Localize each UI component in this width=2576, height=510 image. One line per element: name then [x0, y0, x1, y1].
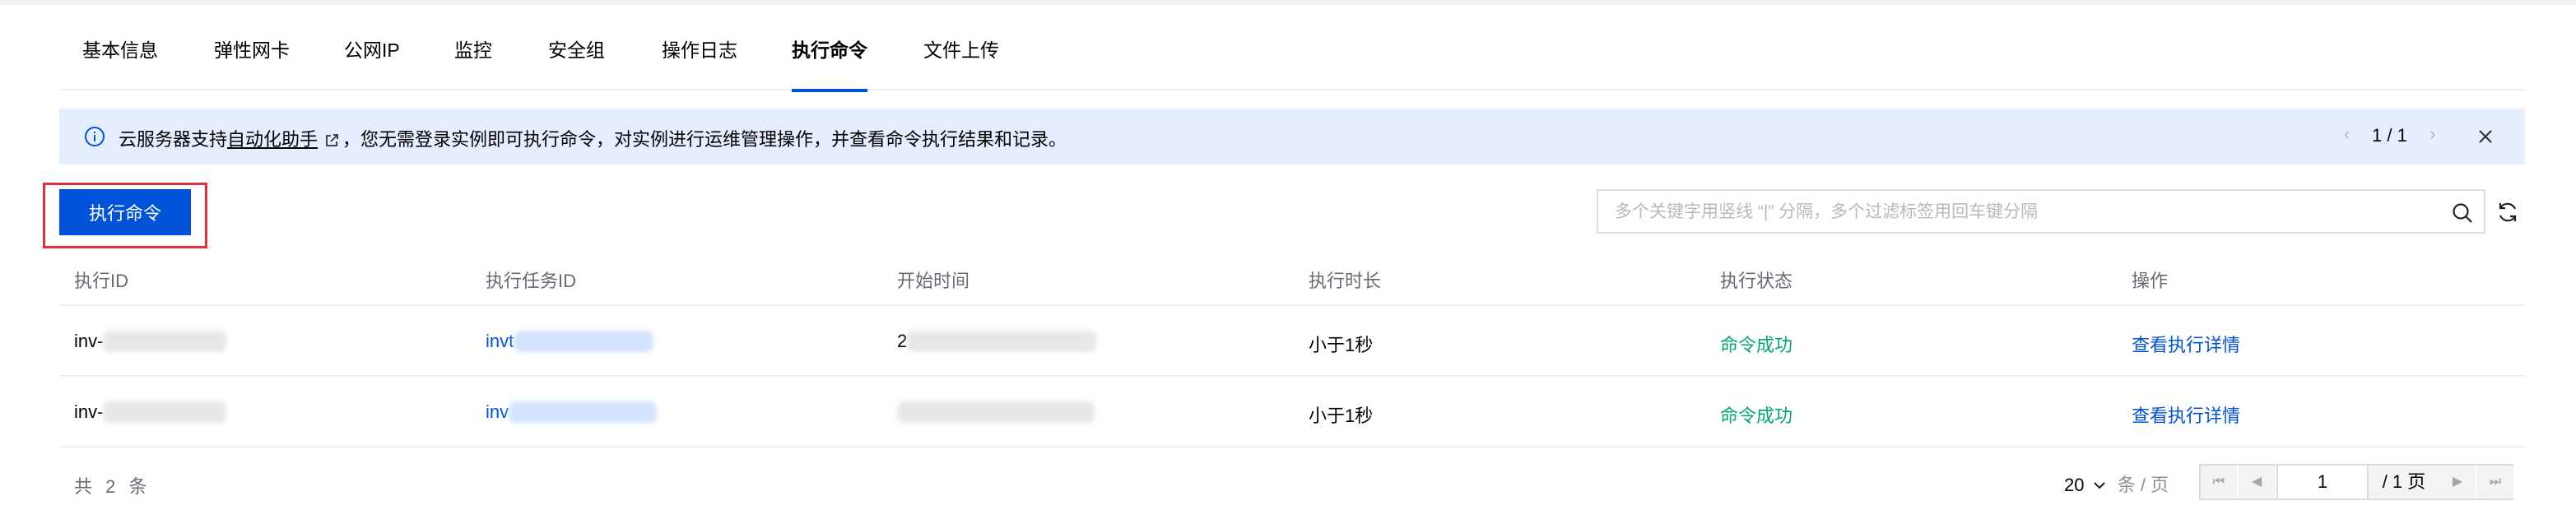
- tab-file-upload[interactable]: 文件上传: [923, 35, 999, 90]
- notice-text-before: 云服务器支持: [119, 129, 228, 150]
- exec-id-cell: inv-: [74, 331, 227, 352]
- task-id-link[interactable]: invt: [486, 331, 654, 352]
- status-cell: 命令成功: [1720, 406, 1793, 426]
- chevron-down-icon[interactable]: [2093, 480, 2106, 490]
- task-id-link[interactable]: inv: [486, 401, 658, 423]
- last-page-icon[interactable]: ⏭: [2477, 466, 2513, 498]
- page-size-unit: 条 / 页: [2117, 475, 2169, 495]
- status-cell: 命令成功: [1720, 335, 1793, 355]
- pagination: ⏮ ◀ / 1 页 ▶ ⏭: [2199, 464, 2513, 500]
- start-time-cell: 2: [897, 331, 1097, 352]
- tab-elastic-nic[interactable]: 弹性网卡: [214, 35, 290, 90]
- exec-id: inv-: [74, 401, 104, 422]
- redacted-text: [509, 401, 658, 423]
- exec-id-cell: inv-: [74, 401, 227, 423]
- next-page-icon[interactable]: ▶: [2439, 466, 2476, 498]
- column-header: 执行时长: [1309, 271, 1382, 291]
- info-icon: [85, 127, 105, 146]
- top-divider: [0, 0, 2576, 5]
- tab-security-group[interactable]: 安全组: [548, 35, 605, 90]
- column-header: 操作: [2132, 271, 2169, 291]
- table-row: inv- invt 2 小于1秒 命令成功 查看执行详情: [59, 306, 2525, 377]
- page-size-select[interactable]: 20 条 / 页: [2064, 471, 2169, 497]
- column-header: 执行ID: [74, 271, 129, 291]
- column-header: 开始时间: [897, 271, 970, 291]
- page-number-input[interactable]: [2276, 466, 2369, 498]
- table-header: 执行ID 执行任务ID 开始时间 执行时长 执行状态 操作: [59, 247, 2525, 306]
- chevron-right-icon[interactable]: ›: [2430, 123, 2435, 145]
- exec-id: inv-: [74, 331, 104, 351]
- redacted-text: [897, 401, 1095, 423]
- tab-bar: 基本信息 弹性网卡 公网IP 监控 安全组 操作日志 执行命令 文件上传: [59, 28, 2525, 92]
- redacted-text: [907, 331, 1097, 352]
- total-pages: / 1 页: [2369, 466, 2439, 498]
- duration-cell: 小于1秒: [1309, 406, 1374, 426]
- first-page-icon[interactable]: ⏮: [2201, 466, 2237, 498]
- notice-pager: ‹ 1 / 1 ›: [2344, 123, 2492, 148]
- execute-command-button[interactable]: 执行命令: [59, 189, 191, 235]
- tab-operation-log[interactable]: 操作日志: [662, 35, 737, 90]
- duration-cell: 小于1秒: [1309, 335, 1374, 355]
- redacted-text: [103, 401, 227, 423]
- table-row: inv- inv 小于1秒 命令成功 查看执行详情: [59, 377, 2525, 447]
- task-id[interactable]: invt: [486, 331, 514, 351]
- refresh-icon[interactable]: [2495, 200, 2520, 225]
- notice-text-after: ，您无需登录实例即可执行命令，对实例进行运维管理操作，并查看命令执行结果和记录。: [342, 129, 1067, 150]
- tab-monitoring[interactable]: 监控: [454, 35, 492, 90]
- automation-assistant-link[interactable]: 自动化助手: [227, 129, 318, 150]
- search-icon[interactable]: [2451, 202, 2474, 225]
- tab-execute-command[interactable]: 执行命令: [792, 35, 867, 92]
- chevron-left-icon[interactable]: ‹: [2344, 123, 2350, 145]
- tab-basic-info[interactable]: 基本信息: [82, 35, 158, 90]
- redacted-text: [514, 331, 654, 352]
- view-details-link[interactable]: 查看执行详情: [2132, 401, 2240, 428]
- notice-banner: 云服务器支持自动化助手 ，您无需登录实例即可执行命令，对实例进行运维管理操作，并查…: [59, 109, 2525, 165]
- start-time: 2: [897, 331, 908, 351]
- prev-page-icon[interactable]: ◀: [2239, 466, 2275, 498]
- redacted-text: [103, 331, 227, 352]
- page-size-value[interactable]: 20: [2064, 475, 2084, 495]
- search-box: [1597, 189, 2485, 234]
- notice-page-indicator: 1 / 1: [2372, 125, 2407, 146]
- column-header: 执行任务ID: [486, 271, 577, 291]
- start-time-cell: [897, 401, 1095, 423]
- search-input[interactable]: [1615, 201, 2405, 224]
- column-header: 执行状态: [1720, 271, 1793, 291]
- task-id[interactable]: inv: [486, 401, 509, 422]
- tab-public-ip[interactable]: 公网IP: [344, 35, 400, 90]
- external-link-icon[interactable]: [324, 133, 339, 148]
- total-count: 共 2 条: [74, 476, 147, 497]
- view-details-link[interactable]: 查看执行详情: [2132, 331, 2240, 357]
- close-icon[interactable]: [2476, 127, 2495, 146]
- notice-text: 云服务器支持自动化助手 ，您无需登录实例即可执行命令，对实例进行运维管理操作，并查…: [119, 125, 1067, 151]
